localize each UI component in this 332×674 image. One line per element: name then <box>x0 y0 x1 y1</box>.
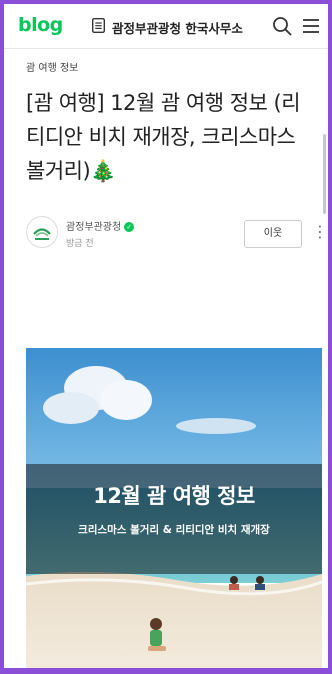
author-name-text: 괌정부관광청 <box>66 222 122 233</box>
search-icon[interactable] <box>272 16 292 36</box>
post-time: 방금 전 <box>66 239 94 249</box>
top-bar: blog 괌정부관광청 한국사무소 <box>4 4 328 49</box>
post-category[interactable]: 괌 여행 정보 <box>26 59 78 74</box>
christmas-tree-emoji: 🎄 <box>90 159 116 183</box>
add-neighbor-button[interactable]: 이웃 <box>244 220 302 248</box>
blog-logo[interactable]: blog <box>18 14 63 36</box>
author-row: 괌정부관광청 ✓ 방금 전 이웃 ⋮ <box>26 214 328 254</box>
more-vertical-icon[interactable]: ⋮ <box>312 222 328 244</box>
cover-caption-overlay: 12월 괌 여행 정보 크리스마스 볼거리 & 리티디안 비치 재개장 <box>26 464 322 574</box>
verified-icon: ✓ <box>124 222 135 232</box>
avatar[interactable] <box>26 216 58 248</box>
blog-name[interactable]: 괌정부관광청 한국사무소 <box>112 18 243 37</box>
post-title: [괌 여행] 12월 괌 여행 정보 (리티디안 비치 재개장, 크리스마스 볼… <box>26 86 316 188</box>
cover-title: 12월 괌 여행 정보 <box>93 484 255 508</box>
phone-screen: blog 괌정부관광청 한국사무소 괌 여행 정보 [괌 여행] 12월 괌 여… <box>4 4 328 668</box>
menu-icon[interactable] <box>302 17 320 35</box>
author-name[interactable]: 괌정부관광청 ✓ <box>66 218 135 233</box>
blog-home-icon[interactable] <box>92 18 105 33</box>
post-cover-image: 12월 괌 여행 정보 크리스마스 볼거리 & 리티디안 비치 재개장 <box>26 348 322 668</box>
page-scrollbar[interactable] <box>323 134 326 214</box>
cover-subtitle: 크리스마스 볼거리 & 리티디안 비치 재개장 <box>78 524 270 536</box>
post-title-text: [괌 여행] 12월 괌 여행 정보 (리티디안 비치 재개장, 크리스마스 볼… <box>26 91 301 183</box>
